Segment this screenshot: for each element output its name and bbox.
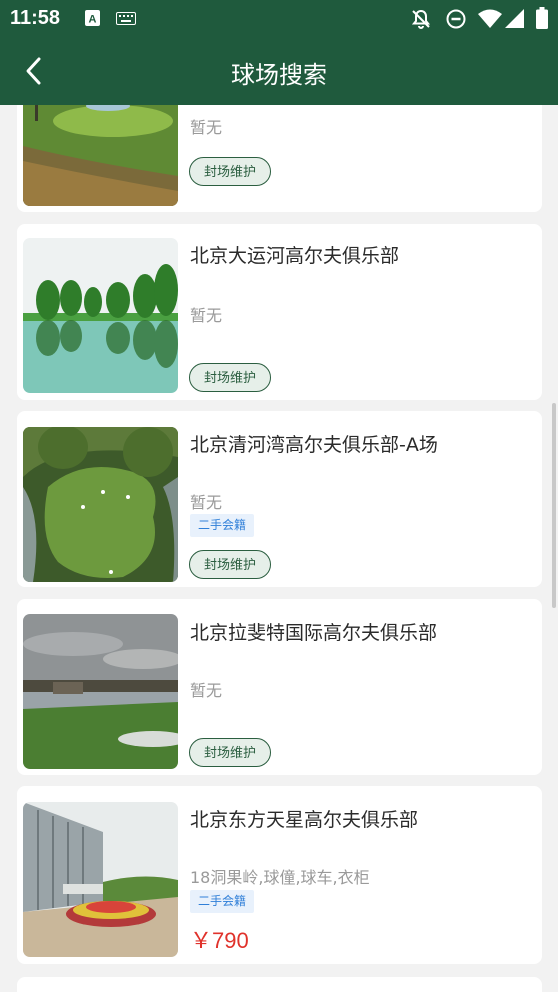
course-description: 暂无 (190, 493, 223, 512)
price-label: ￥790 (190, 928, 249, 953)
signal-icon (505, 9, 524, 28)
course-name: 北京东方天星高尔夫俱乐部 (190, 809, 419, 831)
course-card[interactable]: 北京东方天星高尔夫俱乐部 18洞果岭,球僮,球车,衣柜 二手会籍 ￥790 (17, 786, 542, 964)
tag-badge: 二手会籍 (190, 890, 255, 913)
status-badge: 封场维护 (189, 157, 271, 186)
course-card[interactable]: 北京清河湾高尔夫俱乐部-A场 暂无 二手会籍 封场维护 (17, 411, 542, 587)
svg-text:A: A (89, 14, 97, 26)
course-card[interactable] (17, 977, 542, 992)
course-name: 北京大运河高尔夫俱乐部 (190, 245, 400, 267)
course-thumbnail (23, 427, 178, 582)
course-card[interactable]: 北京拉斐特国际高尔夫俱乐部 暂无 封场维护 (17, 599, 542, 775)
status-bar: 11:58 A (0, 0, 558, 38)
course-thumbnail (23, 238, 178, 393)
course-list[interactable]: 暂无 封场维护 北京大运河高尔夫俱乐部 暂无 封场维护 北京清河湾高尔夫俱乐部-… (0, 105, 558, 992)
app-bar: 球场搜索 (0, 38, 558, 105)
course-thumbnail (23, 105, 178, 206)
course-description: 暂无 (190, 681, 223, 700)
battery-icon (536, 7, 548, 29)
course-thumbnail (23, 614, 178, 769)
scrollbar[interactable] (552, 403, 556, 608)
keyboard-icon (116, 12, 136, 25)
wifi-icon (478, 9, 502, 28)
status-badge: 封场维护 (189, 738, 271, 767)
bell-off-icon (411, 9, 431, 29)
status-badge: 封场维护 (189, 363, 271, 392)
page-title: 球场搜索 (231, 61, 327, 89)
tag-badge: 二手会籍 (190, 514, 255, 537)
status-time: 11:58 (10, 7, 61, 29)
course-description: 暂无 (190, 118, 223, 137)
course-description: 暂无 (190, 306, 223, 325)
course-card[interactable]: 暂无 封场维护 (17, 105, 542, 212)
status-badge: 封场维护 (189, 550, 271, 579)
a-notification-icon: A (85, 10, 100, 26)
course-name: 北京拉斐特国际高尔夫俱乐部 (190, 622, 438, 644)
course-description: 18洞果岭,球僮,球车,衣柜 (190, 868, 370, 887)
course-card[interactable]: 北京大运河高尔夫俱乐部 暂无 封场维护 (17, 224, 542, 400)
course-name: 北京清河湾高尔夫俱乐部-A场 (190, 434, 438, 456)
do-not-disturb-icon (446, 9, 466, 29)
course-thumbnail (23, 802, 178, 957)
